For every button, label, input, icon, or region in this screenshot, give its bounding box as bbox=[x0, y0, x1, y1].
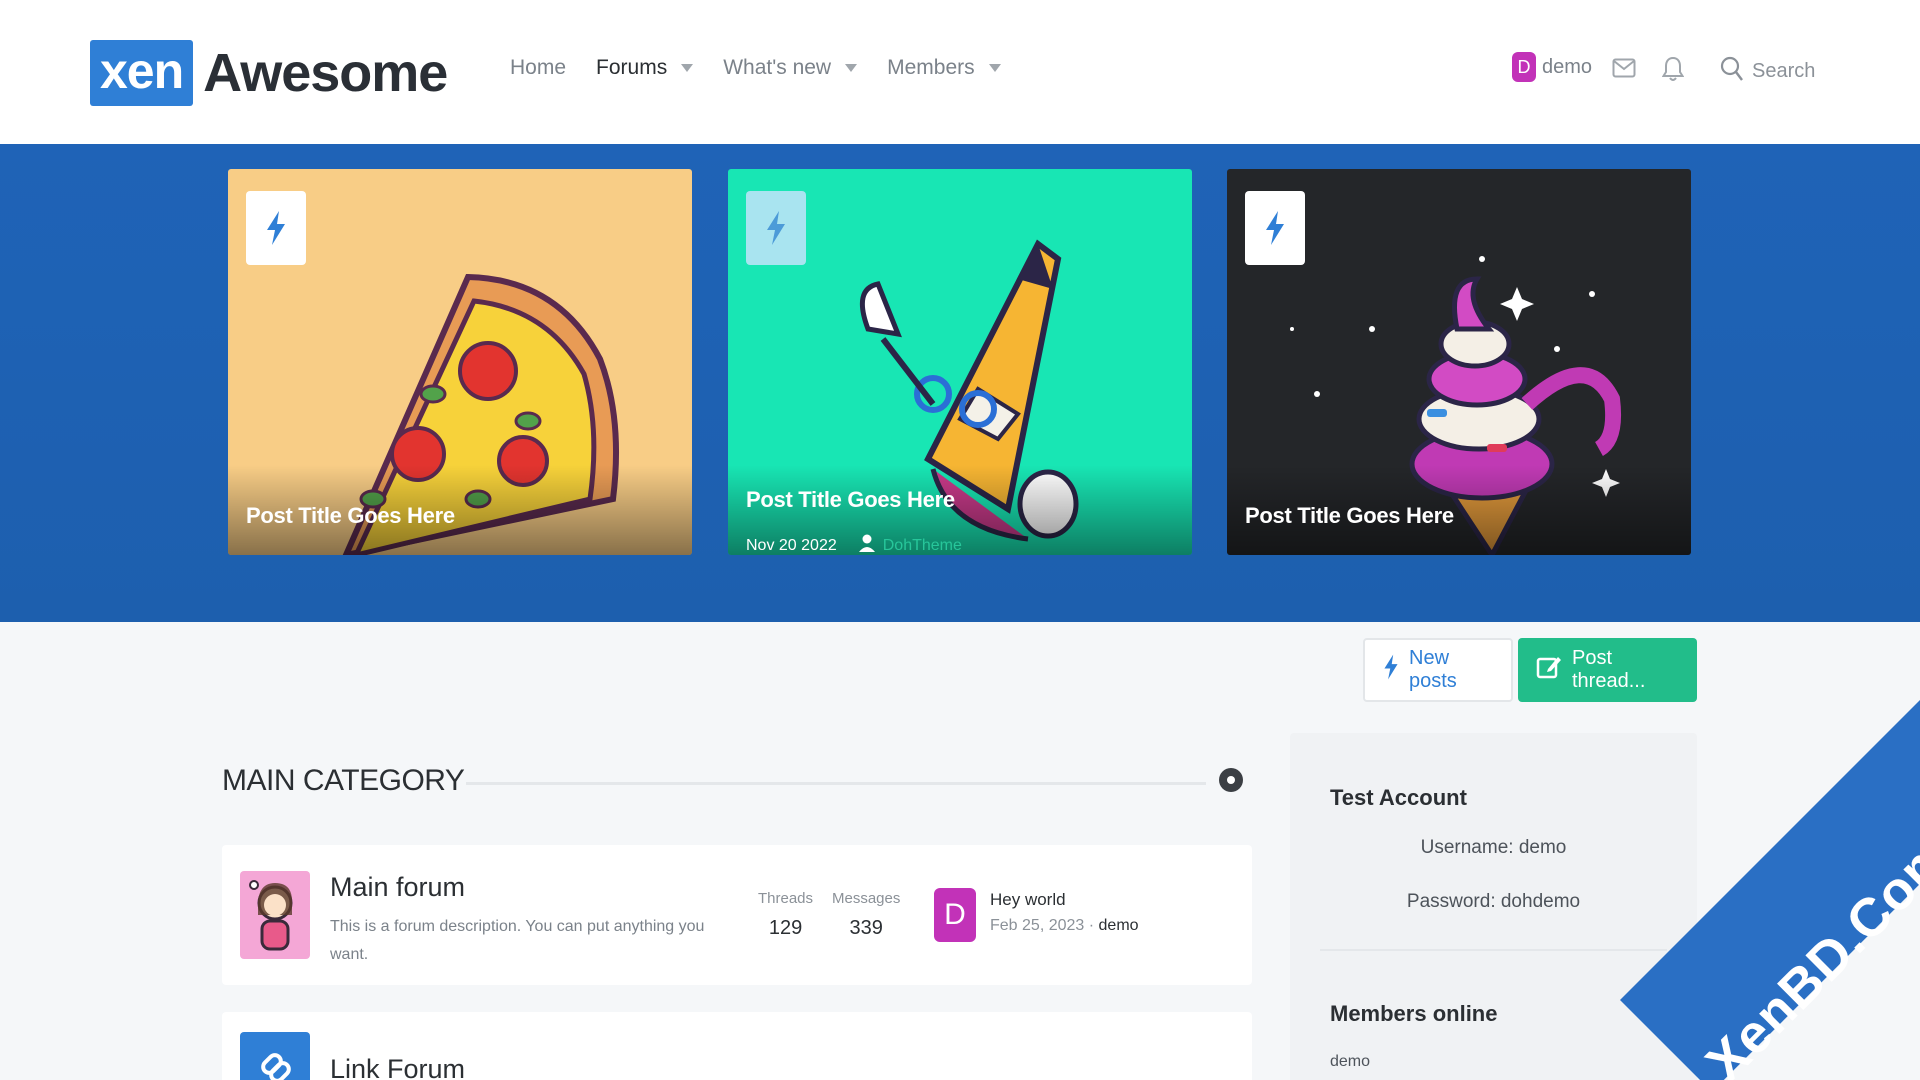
members-online-title[interactable]: Members online bbox=[1330, 1001, 1497, 1027]
chevron-down-icon[interactable] bbox=[681, 64, 694, 72]
site-logo[interactable]: xen Awesome bbox=[90, 40, 448, 106]
category-title[interactable]: MAIN CATEGORY bbox=[222, 764, 465, 798]
last-post-user[interactable]: demo bbox=[1099, 917, 1139, 934]
threads-label: Threads bbox=[758, 890, 814, 907]
search-button[interactable]: Search bbox=[1720, 56, 1815, 87]
forum-avatar-icon[interactable] bbox=[240, 871, 310, 959]
new-posts-button[interactable]: New posts bbox=[1363, 638, 1513, 702]
lightning-icon bbox=[746, 191, 806, 265]
collapse-toggle-icon[interactable] bbox=[1219, 768, 1243, 792]
threads-count: 129 bbox=[768, 917, 803, 939]
nav-members-label: Members bbox=[887, 56, 975, 79]
featured-card[interactable]: Post Title Goes Here bbox=[1227, 169, 1691, 555]
lightning-icon bbox=[246, 191, 306, 265]
nav-whats-new-label: What's new bbox=[723, 56, 832, 79]
featured-slider: Post Title Goes Here Post Title Goes Her… bbox=[0, 144, 1920, 622]
chevron-down-icon[interactable] bbox=[988, 64, 1001, 72]
account-username: demo bbox=[1542, 55, 1593, 78]
sidebar-divider bbox=[1320, 949, 1667, 951]
edit-icon bbox=[1536, 654, 1562, 686]
account-link[interactable]: D demo bbox=[1512, 52, 1592, 82]
messages-stat: Messages 339 bbox=[832, 890, 900, 940]
featured-card[interactable]: Post Title Goes Here Nov 20 2022 DohThem… bbox=[728, 169, 1192, 555]
nav-forums-label: Forums bbox=[596, 56, 668, 79]
forum-title[interactable]: Main forum bbox=[330, 872, 465, 903]
threads-stat: Threads 129 bbox=[758, 890, 813, 940]
envelope-icon[interactable] bbox=[1612, 58, 1636, 83]
bell-icon[interactable] bbox=[1661, 56, 1685, 87]
nav-home[interactable]: Home bbox=[510, 56, 566, 80]
forum-row: Link Forum bbox=[222, 1012, 1252, 1080]
lightning-icon bbox=[1245, 191, 1305, 265]
online-member[interactable]: demo bbox=[1330, 1053, 1370, 1071]
messages-count: 339 bbox=[849, 917, 883, 939]
nav-members[interactable]: Members bbox=[887, 56, 1001, 80]
nav-forums[interactable]: Forums bbox=[596, 56, 694, 80]
main-nav: Home Forums What's new Members bbox=[510, 56, 1031, 80]
forum-row: Main forum This is a forum description. … bbox=[222, 845, 1252, 985]
header: xen Awesome Home Forums What's new Membe… bbox=[0, 0, 1920, 144]
forum-title[interactable]: Link Forum bbox=[330, 1054, 465, 1080]
messages-label: Messages bbox=[832, 890, 901, 907]
link-icon[interactable] bbox=[240, 1032, 310, 1080]
username-line: Username: demo bbox=[1420, 837, 1567, 858]
card-title[interactable]: Post Title Goes Here bbox=[246, 503, 455, 529]
card-date: Nov 20 2022 bbox=[746, 536, 837, 554]
card-meta: Nov 20 2022 DohTheme bbox=[746, 534, 962, 555]
card-author[interactable]: DohTheme bbox=[883, 537, 962, 555]
card-title[interactable]: Post Title Goes Here bbox=[1245, 503, 1454, 529]
forum-description: This is a forum description. You can put… bbox=[330, 918, 705, 963]
nav-whats-new[interactable]: What's new bbox=[723, 56, 858, 80]
last-post-meta: Feb 25, 2023 · demo bbox=[990, 917, 1139, 935]
nav-home-label: Home bbox=[510, 56, 567, 79]
logo-mark: xen bbox=[90, 40, 194, 106]
chevron-down-icon[interactable] bbox=[845, 64, 858, 72]
avatar[interactable]: D bbox=[934, 888, 976, 942]
post-thread-label: Post thread... bbox=[1572, 647, 1646, 692]
test-account-title: Test Account bbox=[1330, 785, 1467, 810]
search-label: Search bbox=[1752, 60, 1816, 82]
card-title[interactable]: Post Title Goes Here bbox=[746, 487, 955, 513]
search-icon bbox=[1720, 56, 1744, 87]
meta-separator: · bbox=[1084, 917, 1099, 934]
avatar: D bbox=[1512, 52, 1536, 82]
sidebar: Test Account Username: demo Password: do… bbox=[1290, 733, 1697, 1080]
post-thread-button[interactable]: Post thread... bbox=[1518, 638, 1697, 702]
new-posts-label: New posts bbox=[1409, 647, 1457, 692]
category-divider bbox=[466, 782, 1206, 785]
user-icon bbox=[858, 534, 875, 555]
last-post-date: Feb 25, 2023 bbox=[990, 917, 1085, 934]
last-post-title[interactable]: Hey world bbox=[990, 890, 1066, 910]
lightning-icon bbox=[1383, 653, 1399, 687]
featured-card[interactable]: Post Title Goes Here bbox=[228, 169, 692, 555]
password-line: Password: dohdemo bbox=[1406, 891, 1581, 912]
logo-text: Awesome bbox=[203, 43, 448, 103]
